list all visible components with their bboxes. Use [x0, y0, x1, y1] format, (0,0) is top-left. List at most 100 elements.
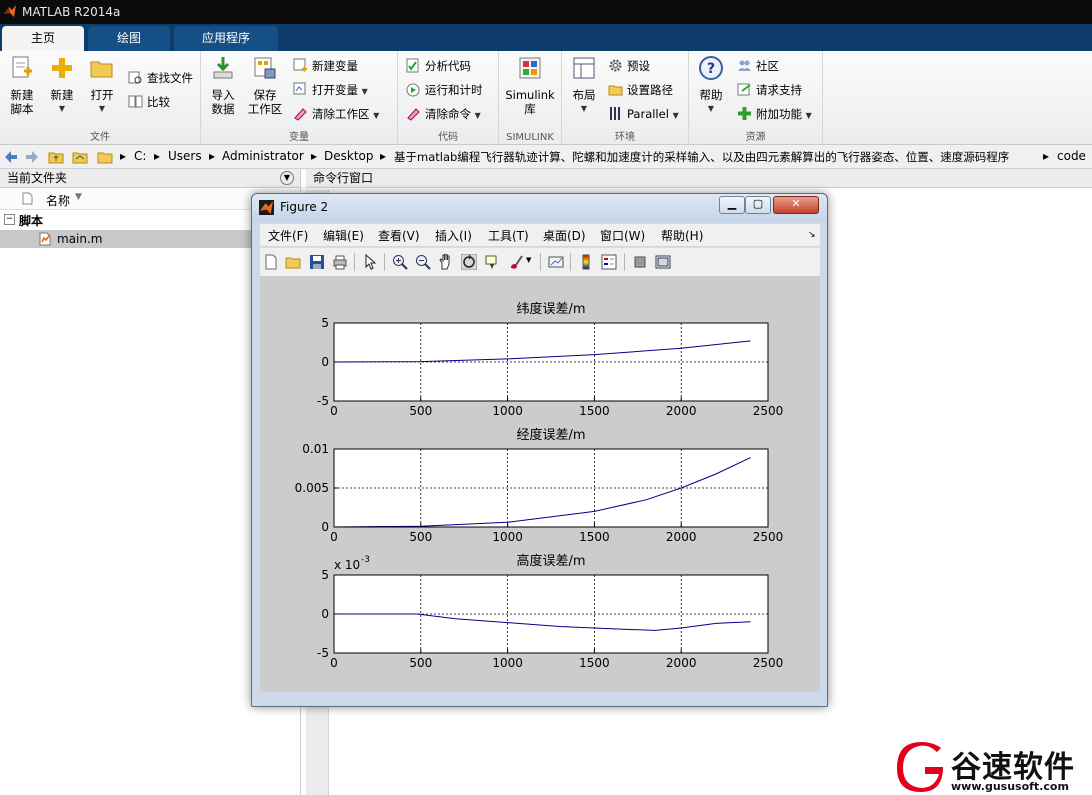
- addons-button[interactable]: 附加功能 ▼: [737, 105, 812, 123]
- new-script-icon: [12, 56, 32, 78]
- import-data-label: 导入 数据: [211, 88, 235, 116]
- analyze-code-button[interactable]: 分析代码: [406, 57, 471, 75]
- tab-home[interactable]: 主页: [2, 26, 84, 51]
- pan-hand-icon[interactable]: [438, 254, 454, 270]
- menu-edit[interactable]: 编辑(E): [323, 227, 364, 244]
- path-separator: ▸: [120, 149, 127, 163]
- y-tick-label: 5: [321, 316, 329, 330]
- group-label-simulink: SIMULINK: [506, 132, 554, 143]
- group-label-resources: 资源: [745, 132, 766, 143]
- open-variable-button[interactable]: 打开变量 ▼: [293, 81, 368, 99]
- zoom-out-icon[interactable]: [415, 254, 431, 270]
- new-variable-button[interactable]: 新建变量: [293, 57, 358, 75]
- path-segment-users[interactable]: Users: [168, 149, 202, 163]
- chevron-down-icon[interactable]: ▼: [526, 256, 531, 264]
- run-and-time-button[interactable]: 运行和计时: [406, 81, 483, 99]
- path-segment-administrator[interactable]: Administrator: [222, 149, 304, 163]
- x-tick-label: 2500: [753, 656, 784, 670]
- save-workspace-button[interactable]: 保存 工作区: [245, 55, 285, 116]
- y-tick-label: -5: [317, 394, 329, 408]
- forward-arrow-icon[interactable]: [24, 149, 40, 165]
- compare-button[interactable]: 比较: [128, 93, 170, 111]
- panel-menu-icon[interactable]: ▼: [280, 171, 294, 185]
- subplot-title: 经度误差/m: [516, 427, 585, 443]
- path-segment-drive[interactable]: C:: [134, 149, 146, 163]
- path-segment-code[interactable]: code: [1057, 149, 1086, 163]
- save-icon[interactable]: [309, 254, 325, 270]
- data-cursor-icon[interactable]: [484, 254, 500, 270]
- browse-folder-icon[interactable]: [72, 149, 88, 165]
- matlab-logo-icon: [259, 200, 274, 215]
- dock-arrow-icon[interactable]: ↘: [808, 230, 816, 240]
- colorbar-icon[interactable]: [578, 254, 594, 270]
- y-tick-label: 0.005: [295, 481, 329, 495]
- simulink-library-button[interactable]: Simulink 库: [503, 55, 557, 116]
- maximize-button[interactable]: ▢: [745, 196, 771, 214]
- print-icon[interactable]: [332, 254, 348, 270]
- help-button[interactable]: ? 帮助 ▼: [691, 55, 731, 116]
- ribbon-group-simulink: Simulink 库 SIMULINK: [499, 51, 562, 144]
- app-title-bar: MATLAB R2014a: [0, 0, 1092, 24]
- subplot-title: 高度误差/m: [516, 553, 585, 569]
- subplot-title: 纬度误差/m: [516, 301, 585, 317]
- simulink-library-label: Simulink 库: [505, 88, 555, 116]
- folder-icon: [97, 152, 113, 164]
- gear-icon: [609, 59, 622, 72]
- request-support-icon: [737, 83, 751, 96]
- y-tick-label: 5: [321, 568, 329, 582]
- clear-commands-button[interactable]: 清除命令 ▼: [406, 105, 481, 123]
- open-button[interactable]: 打开 ▼: [82, 55, 122, 116]
- path-segment-project-folder[interactable]: 基于matlab编程飞行器轨迹计算、陀螺和加速度计的采样输入、以及由四元素解算出…: [394, 149, 1009, 165]
- back-arrow-icon[interactable]: [3, 149, 19, 165]
- hide-plot-tools-icon[interactable]: [632, 254, 648, 270]
- tab-apps[interactable]: 应用程序: [174, 26, 278, 51]
- menu-file[interactable]: 文件(F): [268, 227, 308, 244]
- show-plot-tools-icon[interactable]: [655, 254, 671, 270]
- group-label-variable: 变量: [289, 132, 309, 143]
- rotate-3d-icon[interactable]: [461, 254, 477, 270]
- path-segment-desktop[interactable]: Desktop: [324, 149, 374, 163]
- ribbon-group-file: 新建 脚本 新建 ▼ 打开 ▼ 查找文件 比较 文件: [0, 51, 201, 144]
- path-separator: ▸: [209, 149, 216, 163]
- new-script-button[interactable]: 新建 脚本: [2, 55, 42, 116]
- close-button[interactable]: ✕: [773, 196, 819, 214]
- pointer-icon[interactable]: [362, 254, 378, 270]
- set-path-button[interactable]: 设置路径: [608, 81, 673, 99]
- figure-window[interactable]: Figure 2 ▁ ▢ ✕ 文件(F) 编辑(E) 查看(V) 插入(I) 工…: [251, 193, 828, 707]
- collapse-icon[interactable]: −: [4, 214, 15, 225]
- toolbar-separator: [624, 253, 625, 271]
- new-figure-icon[interactable]: [263, 254, 279, 270]
- name-column-header[interactable]: 名称: [46, 192, 70, 209]
- clear-workspace-button[interactable]: 清除工作区 ▼: [293, 105, 379, 123]
- compare-icon: [128, 95, 143, 108]
- preferences-button[interactable]: 预设: [608, 57, 650, 75]
- menu-window[interactable]: 窗口(W): [600, 227, 645, 244]
- menu-desktop[interactable]: 桌面(D): [543, 227, 586, 244]
- tab-plots[interactable]: 绘图: [88, 26, 170, 51]
- open-file-icon[interactable]: [285, 254, 301, 270]
- zoom-in-icon[interactable]: [392, 254, 408, 270]
- brush-icon[interactable]: [508, 254, 524, 270]
- request-support-button[interactable]: 请求支持: [737, 81, 802, 99]
- menu-view[interactable]: 查看(V): [378, 227, 420, 244]
- figure-title-bar[interactable]: Figure 2 ▁ ▢ ✕: [252, 194, 827, 221]
- menu-tools[interactable]: 工具(T): [488, 227, 529, 244]
- path-separator: ▸: [380, 149, 387, 163]
- parallel-button[interactable]: Parallel ▼: [608, 105, 679, 123]
- x-tick-label: 1500: [579, 530, 610, 544]
- app-title: MATLAB R2014a: [22, 5, 121, 19]
- layout-button[interactable]: 布局 ▼: [564, 55, 604, 116]
- link-plot-icon[interactable]: [548, 254, 564, 270]
- legend-icon[interactable]: [601, 254, 617, 270]
- x-tick-label: 500: [409, 656, 432, 670]
- new-button[interactable]: 新建 ▼: [42, 55, 82, 116]
- up-folder-icon[interactable]: [48, 149, 64, 165]
- x-tick-label: 500: [409, 404, 432, 418]
- import-data-button[interactable]: 导入 数据: [203, 55, 243, 116]
- minimize-button[interactable]: ▁: [719, 196, 745, 214]
- find-files-button[interactable]: 查找文件: [128, 69, 193, 87]
- address-bar: ▸ C: ▸ Users ▸ Administrator ▸ Desktop ▸…: [0, 145, 1092, 169]
- community-button[interactable]: 社区: [737, 57, 779, 75]
- menu-help[interactable]: 帮助(H): [661, 227, 703, 244]
- menu-insert[interactable]: 插入(I): [435, 227, 472, 244]
